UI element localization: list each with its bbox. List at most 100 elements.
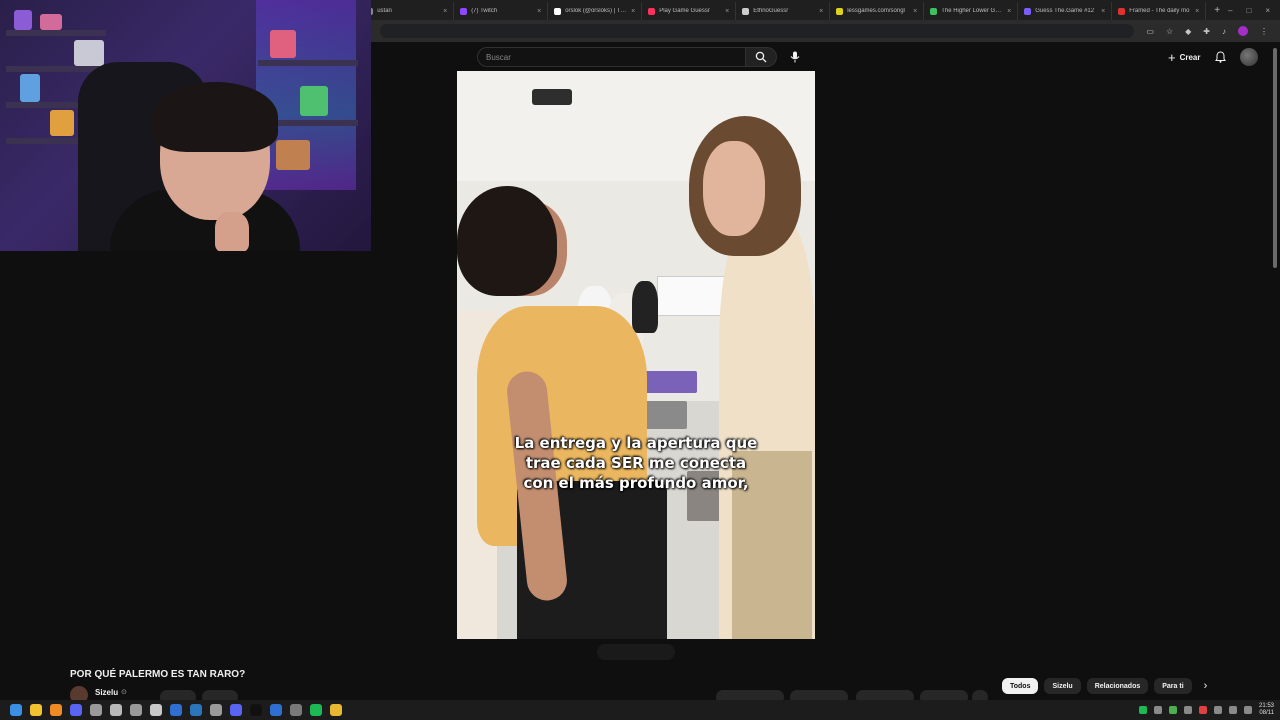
figurine (50, 110, 74, 136)
tab-favicon-icon (1024, 7, 1032, 15)
figurine (74, 40, 104, 66)
browser-tab[interactable]: lessgames.com/songl × (830, 2, 925, 20)
tab-favicon-icon (1118, 7, 1126, 15)
taskbar-app-icon[interactable] (170, 704, 182, 716)
bookmark-star-icon[interactable]: ☆ (1166, 27, 1173, 36)
taskbar: 21:53 08/11 (0, 700, 1280, 720)
page-scrollbar[interactable] (1273, 48, 1277, 268)
figurine (40, 14, 62, 30)
tab-favicon-icon (460, 7, 468, 15)
puzzle-icon[interactable]: ✚ (1203, 27, 1210, 36)
taskbar-app-icon[interactable] (210, 704, 222, 716)
taskbar-app-icon[interactable] (10, 704, 22, 716)
taskbar-app-icon[interactable] (50, 704, 62, 716)
tab-close-icon[interactable]: × (631, 8, 635, 15)
search-icon (755, 51, 767, 63)
account-avatar[interactable] (1240, 48, 1258, 66)
browser-tab[interactable]: Guess The.Game #12 × (1018, 2, 1113, 20)
video-player[interactable]: La entrega y la apertura que trae cada S… (457, 71, 815, 639)
taskbar-app-icon[interactable] (90, 704, 102, 716)
browser-tab[interactable]: The Higher Lower Game × (924, 2, 1019, 20)
taskbar-app-icon[interactable] (230, 704, 242, 716)
chip-para-ti[interactable]: Para ti (1154, 678, 1192, 694)
browser-tabs: ustan × (7) Twitch × orslok (@orsloks) | Tik… (360, 0, 1207, 20)
browser-tab[interactable]: EthnoGuessr × (736, 2, 831, 20)
voice-search-button[interactable] (786, 49, 804, 65)
taskbar-app-icon[interactable] (250, 704, 262, 716)
spotify-tray-icon[interactable] (1138, 706, 1147, 714)
chevron-right-icon[interactable]: › (1204, 680, 1208, 692)
create-button[interactable]: + Crear (1162, 49, 1207, 65)
tray-icon[interactable] (1213, 706, 1222, 714)
extension-icon[interactable]: ◆ (1185, 27, 1191, 36)
tab-label: ustan (377, 8, 392, 14)
tab-close-icon[interactable]: × (1007, 8, 1011, 15)
clock-time: 21:53 (1258, 703, 1274, 709)
tab-close-icon[interactable]: × (819, 8, 823, 15)
tab-label: The Higher Lower Game (941, 8, 1004, 14)
shorts-pager[interactable] (597, 644, 675, 660)
tab-label: orslok (@orsloks) | TikTok (565, 8, 628, 14)
profile-icon[interactable] (1238, 26, 1248, 36)
taskbar-app-icon[interactable] (270, 704, 282, 716)
taskbar-app-icon[interactable] (330, 704, 342, 716)
tab-favicon-icon (554, 7, 562, 15)
browser-tab[interactable]: Framed - The daily mo × (1112, 2, 1207, 20)
video-caption: La entrega y la apertura que trae cada S… (457, 433, 815, 493)
taskbar-app-icon[interactable] (130, 704, 142, 716)
webcam-overlay (0, 0, 371, 251)
mic-icon (790, 51, 800, 63)
maximize-button[interactable]: □ (1246, 6, 1251, 15)
chip-sizelu[interactable]: Sizelu (1044, 678, 1081, 694)
channel-name[interactable]: Sizelu (95, 688, 118, 697)
taskbar-app-icon[interactable] (190, 704, 202, 716)
tab-close-icon[interactable]: × (725, 8, 729, 15)
tab-close-icon[interactable]: × (537, 8, 541, 15)
notifications-button[interactable] (1212, 49, 1228, 65)
network-icon[interactable] (1228, 706, 1237, 714)
browser-tab[interactable]: (7) Twitch × (454, 2, 549, 20)
chip-todos[interactable]: Todos (1002, 678, 1039, 694)
tab-close-icon[interactable]: × (1195, 8, 1199, 15)
taskbar-app-icon[interactable] (150, 704, 162, 716)
caption-line: trae cada SER me conecta (525, 454, 747, 472)
search-input[interactable]: Buscar (477, 47, 746, 67)
browser-tab[interactable]: orslok (@orsloks) | TikTok × (548, 2, 643, 20)
volume-icon[interactable] (1243, 706, 1252, 714)
chip-relacionados[interactable]: Relacionados (1086, 678, 1149, 694)
new-tab-button[interactable]: + (1206, 5, 1228, 16)
tray-icon[interactable] (1183, 706, 1192, 714)
close-window-button[interactable]: × (1265, 6, 1270, 15)
tray-icon[interactable] (1153, 706, 1162, 714)
person-hair (457, 186, 557, 296)
media-icon[interactable]: ♪ (1222, 27, 1226, 36)
bell-icon (1214, 51, 1226, 63)
tray-icon[interactable] (1168, 706, 1177, 714)
figurine (276, 140, 310, 170)
toolbar-icons: ▭ ☆ ◆ ✚ ♪ ⋮ (1134, 26, 1280, 36)
search-button[interactable] (746, 47, 777, 67)
tab-close-icon[interactable]: × (443, 8, 447, 15)
browser-tab[interactable]: Play Game Guessr × (642, 2, 737, 20)
address-bar[interactable] (380, 24, 1135, 38)
minimize-button[interactable]: – (1228, 6, 1232, 15)
menu-icon[interactable]: ⋮ (1260, 27, 1268, 36)
tab-close-icon[interactable]: × (1101, 8, 1105, 15)
taskbar-app-icon[interactable] (290, 704, 302, 716)
tray-icon[interactable] (1198, 706, 1207, 714)
install-app-icon[interactable]: ▭ (1146, 27, 1154, 36)
tab-close-icon[interactable]: × (913, 8, 917, 15)
verified-icon: ⊙ (121, 689, 127, 696)
taskbar-app-icon[interactable] (110, 704, 122, 716)
taskbar-app-icon[interactable] (310, 704, 322, 716)
tab-label: EthnoGuessr (753, 8, 789, 14)
taskbar-clock[interactable]: 21:53 08/11 (1259, 703, 1274, 717)
browser-tab[interactable]: ustan × (360, 2, 455, 20)
caption-line: La entrega y la apertura que (514, 434, 758, 452)
system-tray: 21:53 08/11 (1138, 703, 1280, 717)
taskbar-app-icon[interactable] (30, 704, 42, 716)
tab-label: Guess The.Game #12 (1035, 8, 1095, 14)
taskbar-app-icon[interactable] (70, 704, 82, 716)
shelf (258, 60, 358, 66)
video-title: POR QUÉ PALERMO ES TAN RARO? (70, 669, 246, 680)
